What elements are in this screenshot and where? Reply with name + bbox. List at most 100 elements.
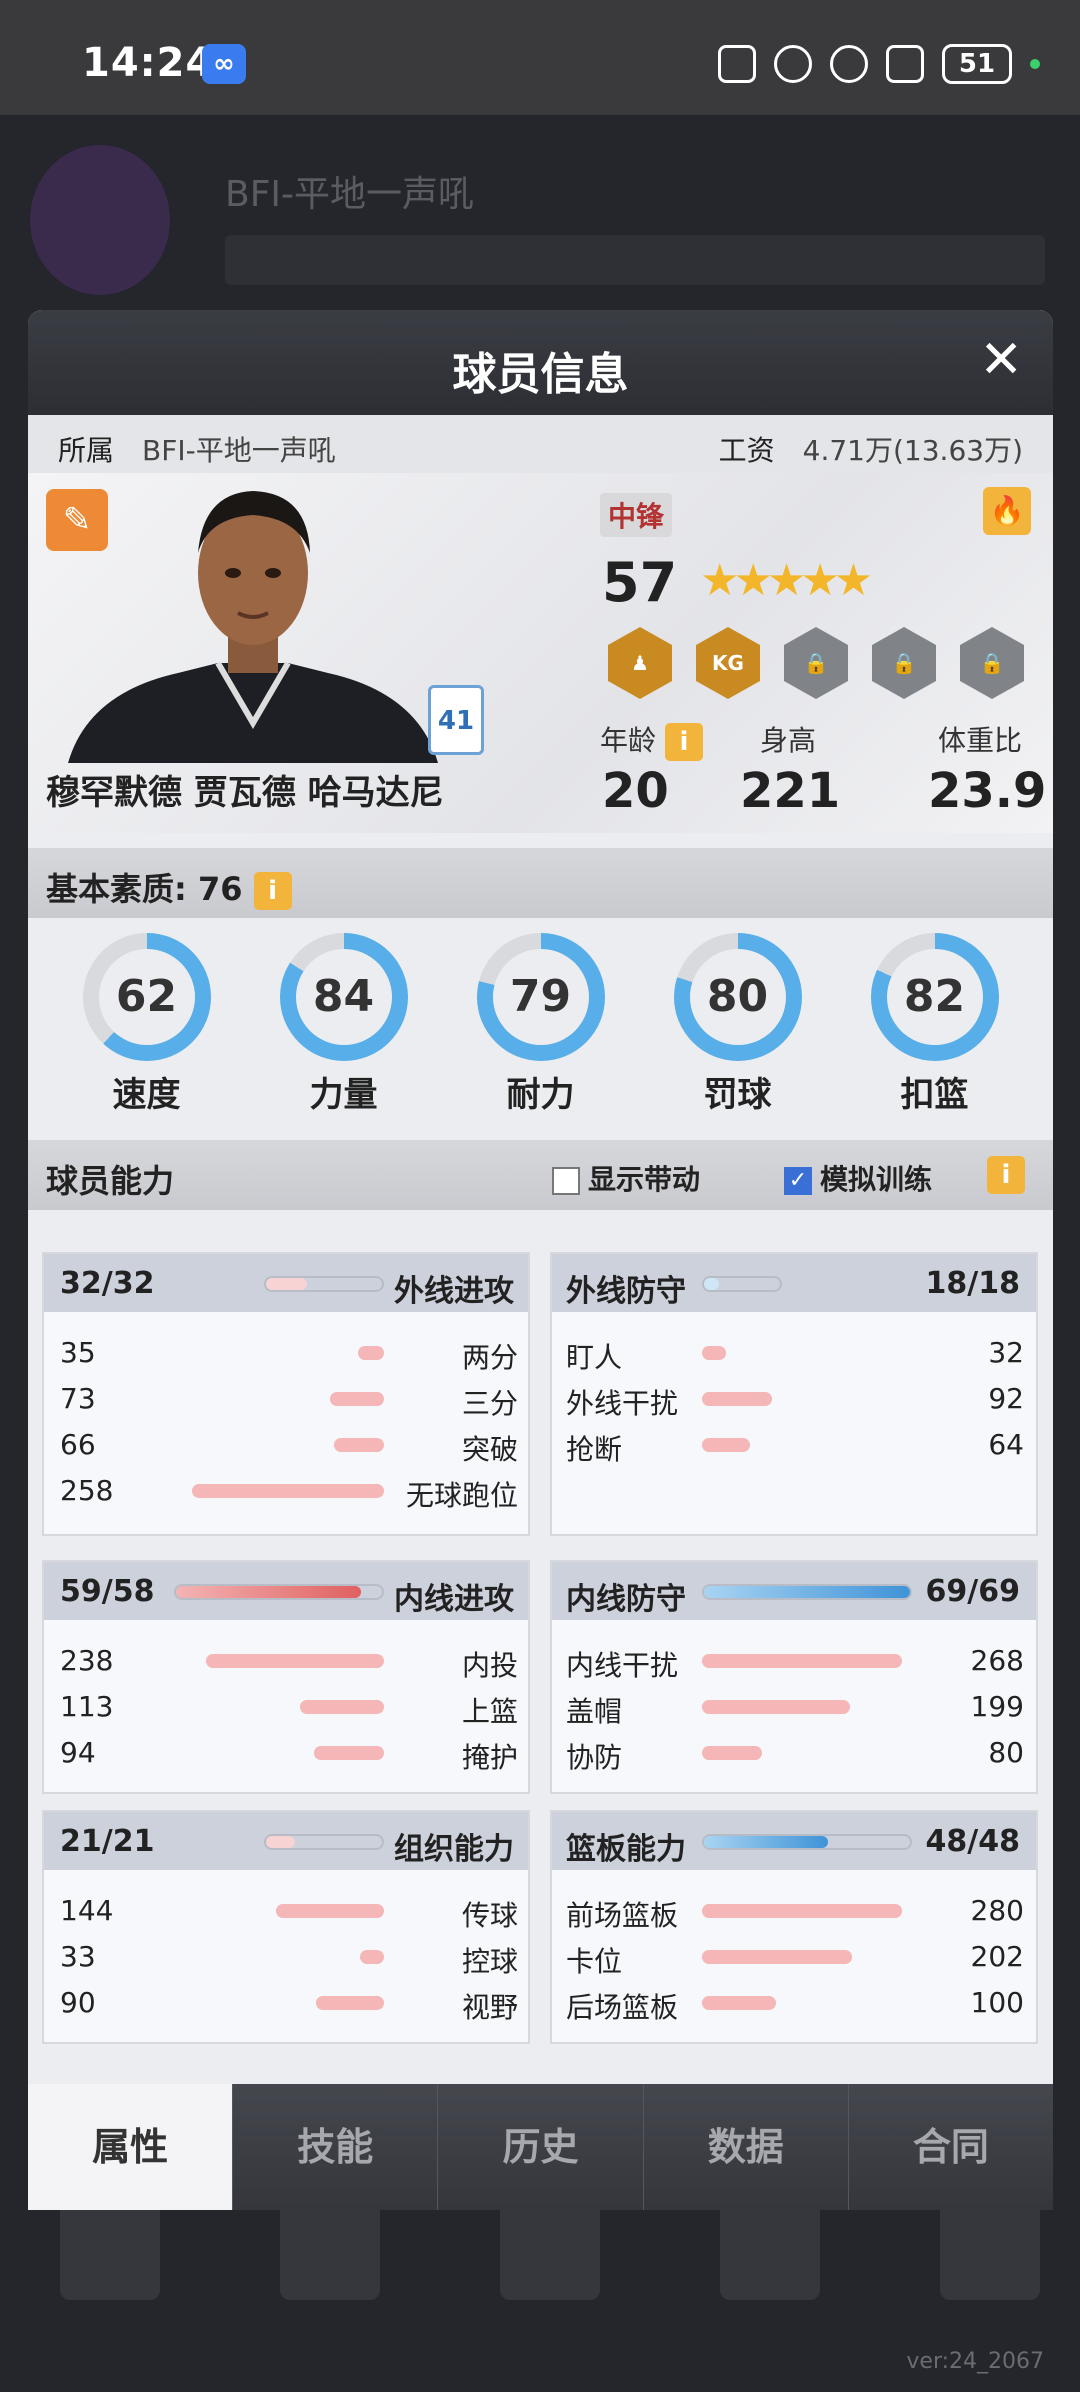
quality-speed: 62 速度 xyxy=(72,903,222,1123)
ability-value: 33 xyxy=(60,1940,96,1973)
ability-label: 球员能力 xyxy=(46,1162,175,1200)
team-label: 所属 xyxy=(58,434,115,467)
ability-name: 内线干扰 xyxy=(566,1649,679,1682)
ability-card-outside-off: 32/32 外线进攻 35 两分 73 三分 66 突破 258 无球跑位 xyxy=(42,1252,530,1536)
ability-row: 238 内投 xyxy=(44,1638,532,1682)
card-total-fill xyxy=(704,1278,720,1290)
fire-icon[interactable]: 🔥 xyxy=(983,487,1031,535)
tab-stats[interactable]: 数据 xyxy=(642,2084,848,2210)
tab-skills[interactable]: 技能 xyxy=(232,2084,437,2210)
ability-value: 258 xyxy=(60,1474,114,1507)
ability-row: 92 外线干扰 xyxy=(552,1376,1040,1420)
card-header: 18/18 外线防守 xyxy=(552,1254,1036,1312)
height-label: 身高 xyxy=(760,724,817,757)
nfc-icon xyxy=(718,45,756,83)
ability-name: 掩护 xyxy=(461,1741,518,1774)
ability-bar xyxy=(314,1746,384,1760)
overall-rating: 57 xyxy=(602,551,678,614)
ability-name: 传球 xyxy=(461,1899,518,1932)
ability-row: 100 后场篮板 xyxy=(552,1980,1040,2024)
ability-value: 113 xyxy=(60,1690,114,1723)
alarm-icon xyxy=(774,45,812,83)
ability-row: 80 协防 xyxy=(552,1730,1040,1774)
ability-value: 268 xyxy=(970,1644,1024,1677)
ability-name: 视野 xyxy=(461,1991,518,2024)
salary-label: 工资 xyxy=(718,434,775,467)
ability-row: 73 三分 xyxy=(44,1376,532,1420)
lock-icon[interactable]: 🔒 xyxy=(872,627,936,699)
card-total: 69/69 xyxy=(925,1574,1020,1609)
ability-value: 73 xyxy=(60,1382,96,1415)
quality-free-throw: 80 罚球 xyxy=(663,903,813,1123)
star-rating: ★★★★★ xyxy=(700,555,873,606)
ability-row: 32 盯人 xyxy=(552,1330,1040,1374)
ability-bar xyxy=(360,1950,384,1964)
card-title: 外线防守 xyxy=(566,1274,686,1309)
ability-value: 90 xyxy=(60,1986,96,2019)
ability-name: 后场篮板 xyxy=(566,1991,679,2024)
ability-card-outside-def: 18/18 外线防守 32 盯人 92 外线干扰 64 抢断 xyxy=(550,1252,1038,1536)
checked-icon[interactable]: ✓ xyxy=(784,1167,812,1195)
ability-name: 抢断 xyxy=(566,1433,623,1466)
ability-bar xyxy=(702,1950,852,1964)
card-header: 32/32 外线进攻 xyxy=(44,1254,528,1312)
modal-header: 球员信息 ✕ xyxy=(28,310,1053,415)
card-header: 69/69 内线防守 xyxy=(552,1562,1036,1620)
tab-attributes[interactable]: 属性 xyxy=(28,2084,233,2210)
salary-value: 4.71万(13.63万) xyxy=(802,434,1023,467)
ability-row: 258 无球跑位 xyxy=(44,1468,532,1512)
tab-contract[interactable]: 合同 xyxy=(847,2084,1053,2210)
card-title: 外线进攻 xyxy=(394,1274,514,1309)
quality-name: 耐力 xyxy=(506,1075,575,1115)
simulate-training-label: 模拟训练 xyxy=(820,1163,933,1196)
card-total-bar xyxy=(702,1584,912,1600)
player-name: 穆罕默德 贾瓦德 哈马达尼 xyxy=(46,773,444,813)
ability-bar xyxy=(358,1346,384,1360)
quality-ring: 82 xyxy=(870,933,999,1061)
age-value: 20 xyxy=(602,763,669,819)
team-value: BFI-平地一声吼 xyxy=(142,434,336,467)
ability-bar xyxy=(702,1746,762,1760)
ability-row: 144 传球 xyxy=(44,1888,532,1932)
card-header: 59/58 内线进攻 xyxy=(44,1562,528,1620)
ability-value: 238 xyxy=(60,1644,114,1677)
tab-history[interactable]: 历史 xyxy=(437,2084,642,2210)
card-header: 48/48 篮板能力 xyxy=(552,1812,1036,1870)
quality-ring: 84 xyxy=(279,933,408,1061)
ability-bar xyxy=(702,1438,750,1452)
card-title: 篮板能力 xyxy=(566,1832,686,1867)
card-total-bar xyxy=(174,1584,384,1600)
player-badge-icon[interactable]: ♟ xyxy=(608,627,672,699)
quality-dunk: 82 扣篮 xyxy=(860,903,1010,1123)
ability-name: 外线干扰 xyxy=(566,1387,679,1420)
ability-row: 280 前场篮板 xyxy=(552,1888,1040,1932)
weight-ratio-value: 23.9 xyxy=(928,763,1047,819)
card-total: 59/58 xyxy=(60,1574,155,1609)
signal-icon xyxy=(886,45,924,83)
card-total-fill xyxy=(704,1836,828,1848)
ability-bar xyxy=(702,1996,776,2010)
quality-value: 82 xyxy=(886,949,983,1045)
lock-icon[interactable]: 🔒 xyxy=(960,627,1024,699)
show-bonus-checkbox[interactable]: 显示带动 xyxy=(552,1158,700,1198)
lock-icon[interactable]: 🔒 xyxy=(784,627,848,699)
kg-badge-icon[interactable]: KG xyxy=(696,627,760,699)
quality-name: 力量 xyxy=(309,1075,378,1115)
card-total-fill xyxy=(176,1586,362,1598)
ability-card-inside-def: 69/69 内线防守 268 内线干扰 199 盖帽 80 协防 xyxy=(550,1560,1038,1794)
checkbox-icon[interactable] xyxy=(552,1167,580,1195)
ability-name: 盯人 xyxy=(566,1341,623,1374)
quality-name: 罚球 xyxy=(703,1075,772,1115)
battery-icon: 51 xyxy=(942,44,1012,84)
simulate-training-checkbox[interactable]: ✓ 模拟训练 xyxy=(784,1158,932,1198)
version-label: ver:24_2067 xyxy=(906,2349,1044,2374)
team-salary-row: 所属 BFI-平地一声吼 工资 4.71万(13.63万) xyxy=(28,415,1053,473)
ability-info-icon[interactable]: i xyxy=(987,1156,1025,1194)
close-icon[interactable]: ✕ xyxy=(979,330,1023,390)
ability-bar xyxy=(702,1346,726,1360)
card-total-fill xyxy=(266,1836,295,1848)
ability-value: 92 xyxy=(988,1382,1024,1415)
age-info-icon[interactable]: i xyxy=(664,723,703,761)
quality-ring: 79 xyxy=(476,933,605,1061)
ability-row: 90 视野 xyxy=(44,1980,532,2024)
